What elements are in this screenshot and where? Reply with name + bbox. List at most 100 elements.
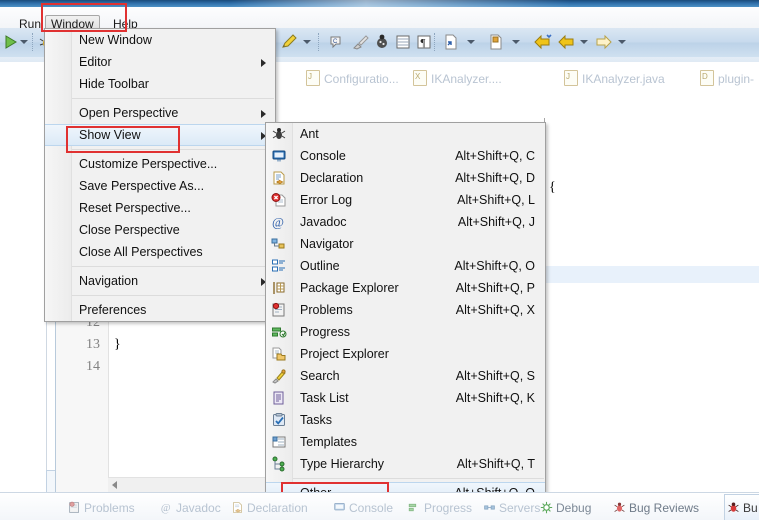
editor-horizontal-scrollbar[interactable] — [108, 477, 281, 493]
bottom-tab-declaration[interactable]: Declaration — [231, 500, 308, 516]
bottom-tab-bug-active[interactable]: Bu — [727, 500, 758, 516]
menu-item-show-view[interactable]: Show View — [45, 124, 275, 146]
show-view-item-templates[interactable]: Templates — [266, 431, 545, 453]
menu-item-hide-toolbar[interactable]: Hide Toolbar — [45, 73, 275, 95]
svg-text:@: @ — [272, 215, 284, 230]
editor-tab-ikanalyzer-xml[interactable]: X IKAnalyzer.... — [413, 70, 502, 88]
shortcut-label: Alt+Shift+Q, C — [455, 149, 535, 163]
show-view-item-ant[interactable]: Ant — [266, 123, 545, 145]
menu-item-label: Hide Toolbar — [79, 77, 149, 91]
show-view-item-navigator[interactable]: Navigator — [266, 233, 545, 255]
menu-item-navigation[interactable]: Navigation — [45, 270, 275, 292]
line-number: 14 — [86, 359, 100, 374]
bottom-tab-label: Bug Reviews — [629, 501, 700, 515]
bottom-tab-debug[interactable]: Debug — [540, 500, 591, 516]
templates-icon — [271, 434, 287, 450]
brush-icon[interactable] — [352, 33, 370, 51]
show-view-item-progress[interactable]: Progress — [266, 321, 545, 343]
shortcut-label: Alt+Shift+Q, S — [455, 369, 535, 383]
menu-item-label: Save Perspective As... — [79, 179, 205, 193]
forward-arrow-icon[interactable] — [594, 33, 612, 51]
show-view-item-outline[interactable]: Outline Alt+Shift+Q, O — [266, 255, 545, 277]
open-type-dropdown-arrow[interactable] — [512, 40, 520, 44]
menu-item-open-perspective[interactable]: Open Perspective — [45, 102, 275, 124]
menu-item-label: Editor — [79, 55, 112, 69]
task-list-icon — [271, 390, 287, 406]
show-view-item-label: Javadoc — [300, 215, 347, 229]
show-view-item-label: Ant — [300, 127, 319, 141]
editor-tab-ikanalyzer-java[interactable]: J IKAnalyzer.java — [564, 70, 665, 88]
show-view-item-tasks[interactable]: Tasks — [266, 409, 545, 431]
menu-item-label: Show View — [79, 128, 141, 142]
shortcut-label: Alt+Shift+Q, P — [455, 281, 535, 295]
svg-text:C: C — [333, 39, 338, 45]
back-dropdown-arrow[interactable] — [580, 40, 588, 44]
menu-item-label: Preferences — [79, 303, 147, 317]
show-view-item-javadoc[interactable]: @ Javadoc Alt+Shift+Q, J — [266, 211, 545, 233]
javadoc-icon: @ — [271, 214, 287, 230]
forward-dropdown-arrow[interactable] — [618, 40, 626, 44]
show-view-item-project-explorer[interactable]: Project Explorer — [266, 343, 545, 365]
editor-tab-label: Configuratio... — [324, 72, 399, 86]
new-java-element-icon[interactable] — [442, 33, 460, 51]
table-view-icon[interactable] — [394, 33, 412, 51]
show-view-item-error-log[interactable]: Error Log Alt+Shift+Q, L — [266, 189, 545, 211]
menu-separator — [293, 478, 544, 479]
menu-item-label: Reset Perspective... — [79, 201, 191, 215]
menu-item-save-perspective-as[interactable]: Save Perspective As... — [45, 175, 275, 197]
show-view-item-declaration[interactable]: Declaration Alt+Shift+Q, D — [266, 167, 545, 189]
xml-file-icon: X — [413, 70, 427, 86]
editor-tab-configuration[interactable]: J Configuratio... — [306, 70, 399, 88]
progress-icon — [271, 324, 287, 340]
edit-pencil-icon[interactable] — [280, 33, 298, 51]
menu-separator — [72, 295, 274, 296]
window-menu-popup[interactable]: New Window Editor Hide Toolbar Open Pers… — [44, 28, 276, 322]
bottom-tab-console[interactable]: Console — [333, 500, 393, 516]
back-history-icon[interactable] — [532, 33, 552, 51]
show-view-item-task-list[interactable]: Task List Alt+Shift+Q, K — [266, 387, 545, 409]
menu-item-label: Customize Perspective... — [79, 157, 218, 171]
bottom-tab-problems[interactable]: Problems — [68, 500, 135, 516]
menu-item-preferences[interactable]: Preferences — [45, 299, 275, 321]
run-dropdown-arrow[interactable] — [20, 40, 28, 44]
debug-bug-icon[interactable] — [373, 33, 391, 51]
scroll-left-icon[interactable] — [112, 481, 117, 489]
bottom-tab-bug-reviews[interactable]: Bug Reviews — [613, 500, 699, 516]
toggle-comment-icon[interactable]: C — [328, 33, 346, 51]
code-fragment-brace: { — [549, 180, 556, 195]
pilcrow-icon[interactable]: ¶ — [415, 33, 433, 51]
problems-icon — [68, 501, 81, 514]
open-type-icon[interactable] — [487, 33, 505, 51]
back-arrow-icon[interactable] — [556, 33, 574, 51]
menu-bar: Run Window Help — [0, 7, 759, 34]
menu-item-close-perspective[interactable]: Close Perspective — [45, 219, 275, 241]
editor-source-pane[interactable]: 12 13 14 } — [55, 300, 282, 494]
editor-selected-line — [545, 266, 759, 283]
menu-item-close-all-perspectives[interactable]: Close All Perspectives — [45, 241, 275, 263]
show-view-item-package-explorer[interactable]: Package Explorer Alt+Shift+Q, P — [266, 277, 545, 299]
edit-dropdown-arrow[interactable] — [303, 40, 311, 44]
menu-item-label: Close All Perspectives — [79, 245, 203, 259]
bottom-tab-servers[interactable]: Servers — [483, 500, 540, 516]
menu-item-reset-perspective[interactable]: Reset Perspective... — [45, 197, 275, 219]
show-view-submenu-popup[interactable]: Ant Console Alt+Shift+Q, C Declaration A… — [265, 122, 546, 505]
shortcut-label: Alt+Shift+Q, D — [455, 171, 535, 185]
show-view-item-problems[interactable]: Problems Alt+Shift+Q, X — [266, 299, 545, 321]
show-view-item-console[interactable]: Console Alt+Shift+Q, C — [266, 145, 545, 167]
new-element-dropdown-arrow[interactable] — [467, 40, 475, 44]
show-view-item-label: Project Explorer — [300, 347, 389, 361]
menu-item-new-window[interactable]: New Window — [45, 29, 275, 51]
package-explorer-icon — [271, 280, 287, 296]
bottom-tab-label: Problems — [84, 501, 135, 515]
menu-separator — [72, 98, 274, 99]
run-icon[interactable] — [2, 33, 20, 51]
menu-item-editor[interactable]: Editor — [45, 51, 275, 73]
editor-tab-plugin[interactable]: Dplugin- — [700, 70, 754, 88]
progress-icon — [408, 501, 421, 514]
bottom-tab-progress[interactable]: Progress — [408, 500, 472, 516]
show-view-item-search[interactable]: Search Alt+Shift+Q, S — [266, 365, 545, 387]
show-view-item-type-hierarchy[interactable]: Type Hierarchy Alt+Shift+Q, T — [266, 453, 545, 475]
editor-tab-label: IKAnalyzer.... — [431, 72, 502, 86]
bottom-tab-javadoc[interactable]: @ Javadoc — [160, 500, 221, 516]
menu-item-customize-perspective[interactable]: Customize Perspective... — [45, 153, 275, 175]
